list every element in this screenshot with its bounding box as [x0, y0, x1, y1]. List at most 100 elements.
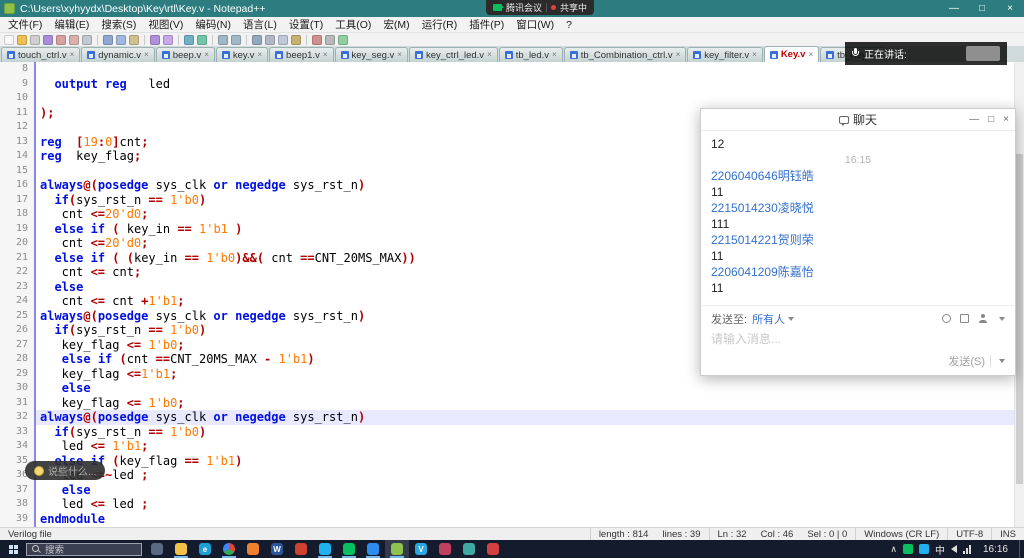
- chat-message-list[interactable]: 1216:152206040646明钰皓112215014230凌晓悦11122…: [701, 131, 1015, 305]
- chat-sender-name[interactable]: 2215014221贺则荣: [711, 232, 1005, 248]
- tab-touch_ctrl.v[interactable]: touch_ctrl.v×: [1, 47, 80, 62]
- tray-qq-icon[interactable]: [919, 544, 929, 554]
- menu-item[interactable]: 编码(N): [189, 17, 237, 32]
- chat-minimize-button[interactable]: —: [969, 114, 979, 125]
- close-button[interactable]: ×: [996, 0, 1024, 17]
- chat-sender-name[interactable]: 2206040646明钰皓: [711, 168, 1005, 184]
- tab-Key.v[interactable]: Key.v×: [764, 46, 819, 62]
- chat-titlebar[interactable]: 聊天 — □ ×: [701, 109, 1015, 131]
- open-folder-icon[interactable]: [17, 35, 27, 45]
- cut-icon[interactable]: [103, 35, 113, 45]
- save-all-icon[interactable]: [43, 35, 53, 45]
- tab-key.v[interactable]: key.v×: [216, 47, 268, 62]
- replace-icon[interactable]: [197, 35, 207, 45]
- close-tab-icon[interactable]: ×: [70, 51, 75, 59]
- menu-item[interactable]: 设置(T): [283, 17, 329, 32]
- undo-icon[interactable]: [150, 35, 160, 45]
- close-tab-icon[interactable]: ×: [552, 51, 557, 59]
- menu-item[interactable]: ?: [560, 17, 578, 32]
- quartus-icon[interactable]: [457, 540, 481, 558]
- taskbar-search[interactable]: 搜索: [26, 543, 142, 556]
- chat-close-button[interactable]: ×: [1003, 114, 1009, 125]
- input-method-indicator[interactable]: 中: [935, 542, 945, 557]
- send-options-chevron-icon[interactable]: [999, 359, 1005, 363]
- close-all-icon[interactable]: [69, 35, 79, 45]
- chat-message-input[interactable]: [711, 327, 1005, 351]
- show-desktop-button[interactable]: [1019, 540, 1024, 558]
- show-all-chars-icon[interactable]: [265, 35, 275, 45]
- menu-item[interactable]: 语言(L): [237, 17, 283, 32]
- status-insert-mode[interactable]: INS: [991, 528, 1024, 540]
- firefox-icon[interactable]: [241, 540, 265, 558]
- wechat-icon[interactable]: [337, 540, 361, 558]
- taskbar-clock[interactable]: 16:16: [978, 544, 1013, 555]
- tab-key_seg.v[interactable]: key_seg.v×: [335, 47, 408, 62]
- chat-sender-name[interactable]: 2215014230凌晓悦: [711, 200, 1005, 216]
- task-view-icon[interactable]: [145, 540, 169, 558]
- menu-item[interactable]: 视图(V): [142, 17, 189, 32]
- menu-item[interactable]: 文件(F): [2, 17, 48, 32]
- network-icon[interactable]: [963, 545, 972, 554]
- send-to-selector[interactable]: 所有人: [752, 311, 785, 327]
- menu-item[interactable]: 窗口(W): [510, 17, 560, 32]
- tab-tb_led.v[interactable]: tb_led.v×: [499, 47, 563, 62]
- maximize-button[interactable]: □: [968, 0, 996, 17]
- copy-icon[interactable]: [116, 35, 126, 45]
- tray-expand-icon[interactable]: ∧: [890, 544, 897, 555]
- file-explorer-icon[interactable]: [169, 540, 193, 558]
- find-icon[interactable]: [184, 35, 194, 45]
- play-macro-icon[interactable]: [338, 35, 348, 45]
- word-icon[interactable]: W: [265, 540, 289, 558]
- pdf-reader-icon[interactable]: [289, 540, 313, 558]
- status-encoding[interactable]: UTF-8: [947, 528, 991, 540]
- zoom-out-icon[interactable]: [231, 35, 241, 45]
- emoji-picker-icon[interactable]: [942, 314, 951, 323]
- indent-guide-icon[interactable]: [278, 35, 288, 45]
- close-tab-icon[interactable]: ×: [204, 51, 209, 59]
- menu-item[interactable]: 编辑(E): [48, 17, 95, 32]
- notepadpp-icon[interactable]: [385, 540, 409, 558]
- close-tab-icon[interactable]: ×: [323, 51, 328, 59]
- qq-icon[interactable]: [313, 540, 337, 558]
- stop-macro-icon[interactable]: [325, 35, 335, 45]
- close-tab-icon[interactable]: ×: [808, 51, 813, 59]
- tab-tb_Combination_ctrl.v[interactable]: tb_Combination_ctrl.v×: [564, 47, 687, 62]
- close-tab-icon[interactable]: ×: [257, 51, 262, 59]
- tab-key_filter.v[interactable]: key_filter.v×: [687, 47, 763, 62]
- menu-item[interactable]: 宏(M): [377, 17, 415, 32]
- chat-sender-name[interactable]: 2206041209陈嘉怡: [711, 264, 1005, 280]
- zoom-in-icon[interactable]: [218, 35, 228, 45]
- meeting-floating-bar[interactable]: 腾讯会议 共享中: [486, 0, 594, 15]
- start-button[interactable]: [0, 540, 26, 558]
- music-icon[interactable]: [481, 540, 505, 558]
- close-tab-icon[interactable]: ×: [397, 51, 402, 59]
- vscode-icon[interactable]: V: [409, 540, 433, 558]
- close-doc-icon[interactable]: [56, 35, 66, 45]
- chrome-icon[interactable]: [217, 540, 241, 558]
- menu-item[interactable]: 运行(R): [416, 17, 464, 32]
- tab-dynamic.v[interactable]: dynamic.v×: [81, 47, 154, 62]
- close-tab-icon[interactable]: ×: [752, 51, 757, 59]
- close-tab-icon[interactable]: ×: [487, 51, 492, 59]
- menu-item[interactable]: 插件(P): [463, 17, 510, 32]
- menu-item[interactable]: 搜索(S): [95, 17, 142, 32]
- edge-icon[interactable]: e: [193, 540, 217, 558]
- speaking-indicator-bar[interactable]: 正在讲话:: [845, 42, 1007, 65]
- screenshot-icon[interactable]: [960, 314, 969, 323]
- minimize-button[interactable]: —: [940, 0, 968, 17]
- chat-maximize-button[interactable]: □: [988, 114, 994, 125]
- record-macro-icon[interactable]: [312, 35, 322, 45]
- close-tab-icon[interactable]: ×: [676, 51, 681, 59]
- emoji-icon[interactable]: [34, 466, 44, 476]
- scrollbar-thumb[interactable]: [1016, 154, 1023, 484]
- tencent-meeting-icon[interactable]: [361, 540, 385, 558]
- tab-key_ctrl_led.v[interactable]: key_ctrl_led.v×: [409, 47, 498, 62]
- tab-beep1.v[interactable]: beep1.v×: [269, 47, 333, 62]
- paste-icon[interactable]: [129, 35, 139, 45]
- tab-beep.v[interactable]: beep.v×: [156, 47, 215, 62]
- new-file-icon[interactable]: [4, 35, 14, 45]
- print-icon[interactable]: [82, 35, 92, 45]
- doc-map-icon[interactable]: [291, 35, 301, 45]
- volume-icon[interactable]: [951, 545, 957, 553]
- mention-member-icon[interactable]: [978, 314, 987, 323]
